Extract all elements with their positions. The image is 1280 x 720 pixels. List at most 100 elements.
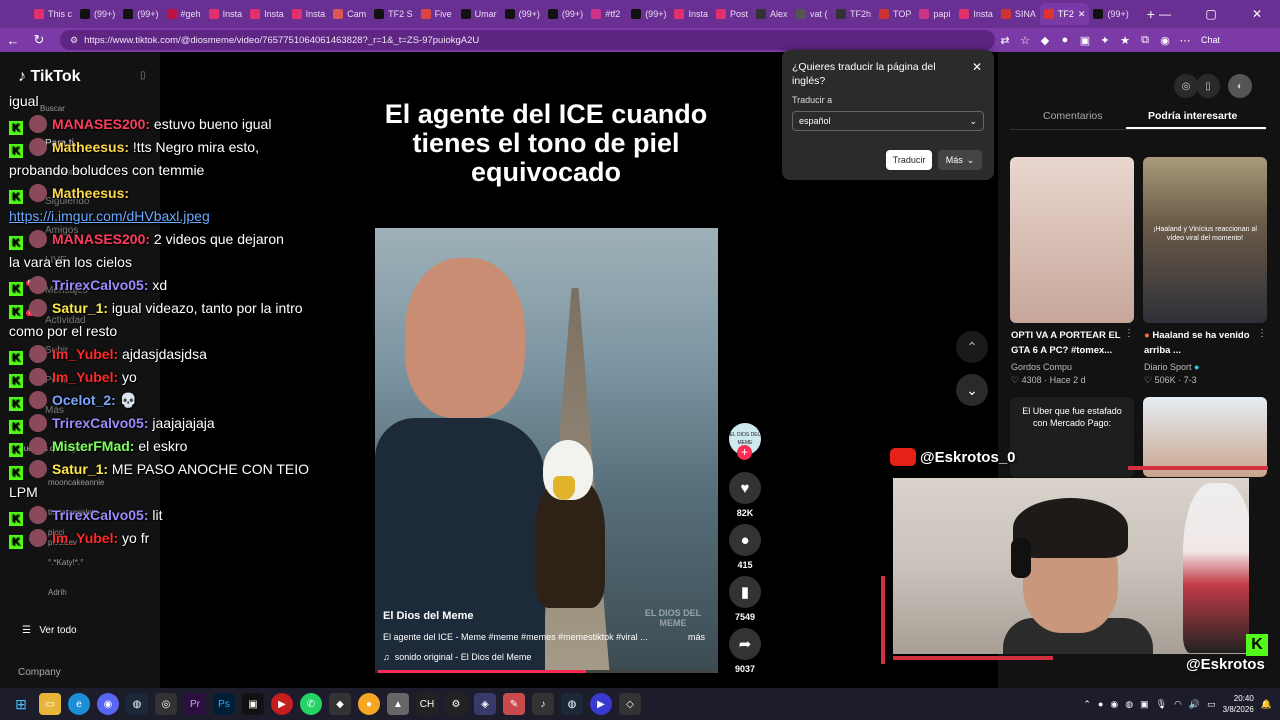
recommended-video-thumbnail[interactable]	[1143, 397, 1267, 477]
tab-podria-interesarte[interactable]: Podría interesarte	[1148, 110, 1237, 122]
whatsapp-icon[interactable]: ✆	[300, 693, 322, 715]
app-icon[interactable]: ●	[358, 693, 380, 715]
browser-tab[interactable]: This c	[30, 3, 76, 25]
address-bar[interactable]: ⚙ https://www.tiktok.com/@diosmeme/video…	[60, 30, 995, 50]
recommended-video-title[interactable]: OPTI VA A PORTEAR EL GTA 6 A PC? #tomex.…	[1011, 328, 1135, 358]
capcut-icon[interactable]: CH	[416, 693, 438, 715]
video-author[interactable]: El Dios del Meme	[383, 610, 473, 622]
browser-tab[interactable]: Cam	[329, 3, 370, 25]
company-link[interactable]: Company	[18, 667, 61, 678]
tray-app-icon[interactable]: ◉	[1110, 699, 1118, 710]
capcut-icon[interactable]: ▣	[242, 693, 264, 715]
browser-tab[interactable]: TF2h	[832, 3, 875, 25]
browser-tab[interactable]: Insta	[955, 3, 997, 25]
comment-button[interactable]: ●	[729, 524, 761, 556]
volume-icon[interactable]: 🔊	[1189, 699, 1200, 710]
extension-icon[interactable]: ▣	[1075, 34, 1095, 47]
following-account[interactable]: Adrih	[48, 588, 67, 597]
site-info-icon[interactable]: ⚙	[70, 35, 78, 46]
app-icon[interactable]: ▶	[590, 693, 612, 715]
browser-tab[interactable]: TOP	[875, 3, 915, 25]
taskbar-clock[interactable]: 20:40 3/8/2026	[1223, 693, 1254, 715]
file-explorer-icon[interactable]: ▭	[39, 693, 61, 715]
app-icon[interactable]: ◈	[474, 693, 496, 715]
notifications-icon[interactable]: 🔔	[1261, 699, 1272, 710]
recommended-video-thumbnail[interactable]: ¡Haaland y Vinícius reaccionan al vídeo …	[1143, 157, 1267, 323]
puzzle-icon[interactable]: ✦	[1095, 34, 1115, 47]
browser-tab[interactable]: vat (	[792, 3, 832, 25]
tiktok-logo[interactable]: ♪ TikTok	[18, 68, 81, 86]
chat-message[interactable]: https://i.imgur.com/dHVbaxl.jpeg	[9, 205, 309, 228]
microphone-icon[interactable]: 🎙	[1156, 699, 1167, 710]
browser-tab[interactable]: TF2 S	[370, 3, 417, 25]
windows-start-icon[interactable]: ⊞	[10, 693, 32, 715]
audio-app-icon[interactable]: ♪	[532, 693, 554, 715]
settings-gear-icon[interactable]: ⚙	[445, 693, 467, 715]
extension-icon[interactable]: ◆	[1035, 34, 1055, 47]
battery-icon[interactable]: ▭	[1207, 699, 1216, 710]
like-button[interactable]: ♥	[729, 472, 761, 504]
recommended-video-author[interactable]: Gordos Compu	[1011, 362, 1072, 372]
browser-tab[interactable]: papi	[915, 3, 955, 25]
device-icon[interactable]: ▯	[1196, 74, 1220, 98]
app-icon[interactable]: ◎	[155, 693, 177, 715]
more-options-button[interactable]: Más ⌄	[938, 150, 982, 170]
steam-icon[interactable]: ◍	[126, 693, 148, 715]
browser-tab[interactable]: (99+)	[501, 3, 544, 25]
browser-tab[interactable]: Five	[417, 3, 457, 25]
premiere-icon[interactable]: Pr	[184, 693, 206, 715]
browser-tab[interactable]: (99+)	[119, 3, 162, 25]
browser-tab[interactable]: Insta	[246, 3, 288, 25]
browser-tab[interactable]: Insta	[205, 3, 247, 25]
close-window-icon[interactable]: ✕	[1234, 7, 1280, 21]
browser-tab[interactable]: TF2 ✕	[1039, 3, 1090, 25]
app-icon[interactable]: ◆	[329, 693, 351, 715]
language-select[interactable]: español ⌄	[792, 111, 984, 131]
following-account[interactable]: °.*Katy!*.°	[48, 558, 83, 567]
video-sound[interactable]: ♫ sonido original - El Dios del Meme	[383, 652, 531, 662]
description-more-link[interactable]: más	[688, 632, 705, 642]
recommended-video-author[interactable]: Diario Sport ●	[1144, 362, 1199, 372]
browser-tab[interactable]: (99+)	[1089, 3, 1132, 25]
video-progress-bar[interactable]	[378, 670, 714, 673]
coin-icon[interactable]: ◎	[1174, 74, 1198, 98]
more-options-icon[interactable]: ⋮	[1257, 328, 1267, 339]
chat-link[interactable]: https://i.imgur.com/dHVbaxl.jpeg	[9, 208, 210, 224]
browser-tab[interactable]: Insta	[670, 3, 712, 25]
wifi-icon[interactable]: ◠	[1174, 699, 1182, 710]
collections-icon[interactable]: ⧉	[1135, 34, 1155, 47]
browser-tab[interactable]: SINA	[997, 3, 1040, 25]
app-icon[interactable]: ✎	[503, 693, 525, 715]
edge-browser-icon[interactable]: e	[68, 693, 90, 715]
tab-comentarios[interactable]: Comentarios	[1043, 110, 1103, 122]
next-video-button[interactable]: ⌄	[956, 374, 988, 406]
chevron-up-icon[interactable]: ⌃	[1083, 699, 1091, 710]
browser-tab[interactable]: #tf2	[587, 3, 627, 25]
recommended-video-thumbnail[interactable]: El Uber que fue estafado con Mercado Pag…	[1010, 397, 1134, 477]
browser-tab[interactable]: #geh	[163, 3, 205, 25]
minimize-icon[interactable]: —	[1142, 7, 1188, 21]
browser-tab[interactable]: (99+)	[544, 3, 587, 25]
media-player-icon[interactable]: ▶	[271, 693, 293, 715]
tray-app-icon[interactable]: ●	[1098, 699, 1103, 709]
previous-video-button[interactable]: ⌃	[956, 331, 988, 363]
recommended-video-title[interactable]: ● Haaland se ha venido arriba ...	[1144, 328, 1268, 358]
favorites-icon[interactable]: ★	[1115, 34, 1135, 47]
more-options-icon[interactable]: ⋮	[1124, 328, 1134, 339]
video-player[interactable]: EL DIOS DEL MEME	[375, 228, 718, 673]
discord-tray-icon[interactable]: ◍	[1125, 699, 1133, 710]
translate-icon[interactable]: ⇄	[995, 34, 1015, 47]
tray-app-icon[interactable]: ▣	[1140, 699, 1149, 710]
app-icon[interactable]: ▲	[387, 693, 409, 715]
maximize-icon[interactable]: ▢	[1188, 7, 1234, 21]
discord-icon[interactable]: ◉	[97, 693, 119, 715]
browser-tab[interactable]: Umar	[457, 3, 501, 25]
close-icon[interactable]: ✕	[972, 60, 982, 74]
browser-tab[interactable]: (99+)	[76, 3, 119, 25]
browser-tab[interactable]: Alex	[752, 3, 792, 25]
bookmark-star-icon[interactable]: ☆	[1015, 34, 1035, 47]
follow-plus-button[interactable]: +	[737, 445, 752, 460]
profile-avatar[interactable]: ◐	[1228, 74, 1252, 98]
app-icon[interactable]: ◇	[619, 693, 641, 715]
photoshop-icon[interactable]: Ps	[213, 693, 235, 715]
